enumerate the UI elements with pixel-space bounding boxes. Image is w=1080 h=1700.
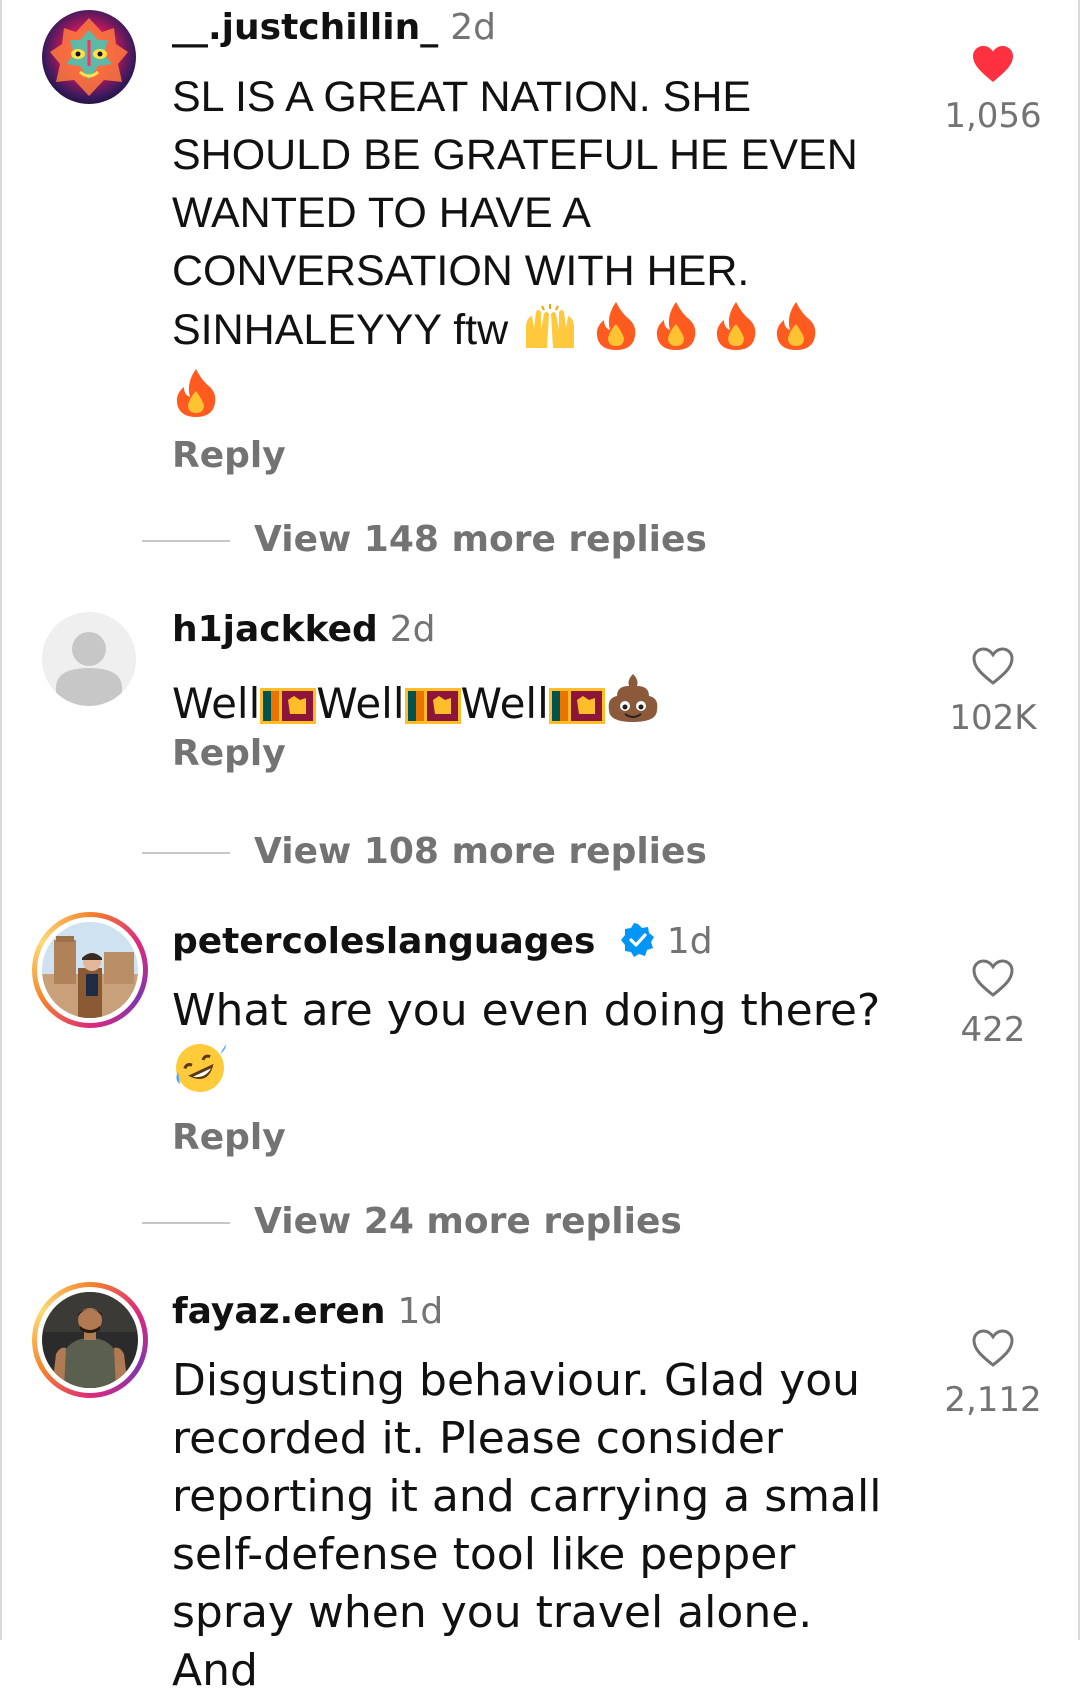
like-count: 2,112 [944,1380,1042,1420]
muscular-man-photo-icon [42,1292,138,1388]
sri-lanka-flag-emoji-icon [404,683,461,741]
reply-thread-line [142,540,230,542]
heart-outline-icon [972,647,1014,685]
timestamp: 2d [389,609,436,650]
fire-emoji-icon [772,300,820,367]
reply-button[interactable]: Reply [172,732,286,776]
username[interactable]: fayaz.eren [172,1291,385,1332]
comment-text-part: Well [460,679,549,728]
raised-hands-emoji-icon [520,304,580,367]
timestamp: 2d [450,7,497,48]
view-more-replies-label: View 148 more replies [254,519,707,560]
heart-filled-icon [973,46,1013,82]
man-in-front-of-building-photo-icon [42,922,138,1018]
avatar[interactable] [42,10,136,104]
left-edge-divider [0,0,2,1640]
heart-outline-icon [972,1329,1014,1367]
sri-lanka-flag-emoji-icon [548,683,605,741]
avatar[interactable] [32,1282,148,1398]
username[interactable]: petercoleslanguages [172,921,595,962]
like-count: 422 [960,1010,1026,1050]
default-user-avatar-icon [56,632,122,706]
comment-text: Well Well Well [172,672,912,741]
comment-text-content: What are you even doing there? [172,985,881,1036]
comment-text: SL IS A GREAT NATION. SHE SHOULD BE GRAT… [172,68,912,434]
verified-badge-icon [620,923,655,968]
fire-emoji-icon [592,300,640,367]
pile-of-poo-emoji-icon [605,672,661,741]
comment-header: __.justchillin_ 2d [172,6,496,50]
like-button[interactable]: 422 [928,958,1058,1052]
fire-emoji-icon [712,300,760,367]
comment-text: Disgusting behaviour. Glad you recorded … [172,1352,912,1700]
like-button[interactable]: 2,112 [928,1328,1058,1422]
avatar[interactable] [42,612,136,706]
colorful-mask-avatar-icon [42,10,136,104]
reply-thread-line [142,1222,230,1224]
username[interactable]: __.justchillin_ [172,7,438,48]
comment-header: fayaz.eren 1d [172,1290,443,1334]
fire-emoji-icon [652,300,700,367]
timestamp: 1d [397,1291,444,1332]
view-more-replies-label: View 24 more replies [254,1201,682,1242]
comment-header: petercoleslanguages 1d [172,920,713,968]
like-button[interactable]: 102K [928,646,1058,740]
username[interactable]: h1jackked [172,609,378,650]
comment-text-part: Well [316,679,405,728]
comment-text: What are you even doing there? [172,982,912,1111]
fire-emoji-icon [172,367,220,434]
view-more-replies-label: View 108 more replies [254,831,707,872]
like-count: 1,056 [944,96,1042,136]
like-count: 102K [949,698,1037,738]
comment-text-content: Disgusting behaviour. Glad you recorded … [172,1355,882,1696]
rolling-on-floor-laughing-emoji-icon [172,1040,228,1111]
comment-header: h1jackked 2d [172,608,436,652]
reply-button[interactable]: Reply [172,434,286,478]
reply-button[interactable]: Reply [172,1116,286,1160]
reply-thread-line [142,852,230,854]
heart-outline-icon [972,959,1014,997]
timestamp: 1d [666,921,713,962]
like-button[interactable]: 1,056 [928,44,1058,138]
comment-text-part: Well [172,679,261,728]
avatar[interactable] [32,912,148,1028]
